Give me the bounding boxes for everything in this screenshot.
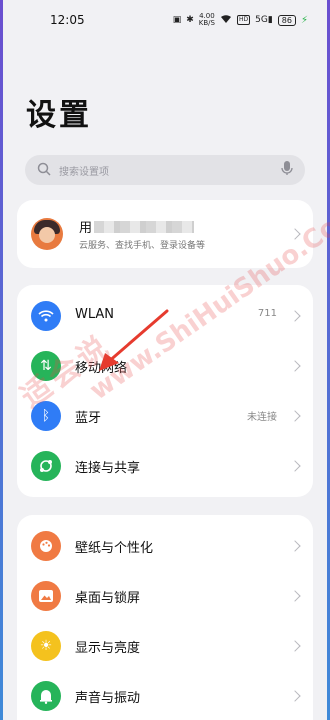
settings-item-display-brightness[interactable]: ☀ 显示与亮度 (17, 621, 313, 671)
avatar (31, 218, 63, 250)
battery-indicator: 86 (277, 14, 296, 26)
status-icons: ▣ ✱ 4.00 KB/S HD 5G▮ 86 ⚡ (173, 13, 308, 27)
settings-item-label: 显示与亮度 (75, 641, 141, 656)
status-time: 12:05 (50, 13, 85, 27)
settings-item-label: 桌面与锁屏 (75, 591, 141, 606)
mobile-data-icon: ⇅ (31, 351, 61, 381)
settings-item-desktop-lockscreen[interactable]: 桌面与锁屏 (17, 571, 313, 621)
account-name-row: 用 (79, 217, 195, 236)
display-settings-card: 壁纸与个性化 桌面与锁屏 ☀ 显示与亮度 声音与振动 (17, 515, 313, 720)
redacted-name (94, 220, 195, 233)
network-speed: 4.00 KB/S (198, 12, 215, 27)
charging-icon: ⚡ (300, 14, 308, 26)
sun-icon: ☀ (31, 631, 61, 661)
hd-badge: HD (236, 15, 251, 25)
search-bar[interactable]: 搜索设置项 (25, 155, 305, 185)
chevron-right-icon (289, 690, 301, 702)
account-card[interactable]: 用 云服务、查找手机、登录设备等 (17, 200, 313, 268)
settings-item-wallpaper[interactable]: 壁纸与个性化 (17, 521, 313, 571)
palette-icon (31, 531, 61, 561)
settings-item-value: 711 (257, 308, 277, 319)
chevron-right-icon (289, 590, 301, 602)
microphone-icon[interactable] (281, 160, 293, 180)
nfc-icon: ▣ (172, 15, 182, 25)
annotation-arrow (99, 309, 169, 371)
wifi-icon (31, 301, 61, 331)
search-input[interactable]: 搜索设置项 (59, 163, 281, 178)
page-title: 设置 (26, 98, 92, 133)
settings-item-connection-sharing[interactable]: 连接与共享 (17, 441, 313, 491)
chevron-right-icon (289, 360, 301, 372)
settings-item-label: 壁纸与个性化 (75, 541, 154, 556)
bell-icon (31, 681, 61, 711)
account-name: 用 (79, 221, 93, 236)
settings-item-label: 声音与振动 (75, 691, 141, 706)
frame-edge-left (0, 0, 3, 720)
settings-item-value: 未连接 (247, 412, 277, 423)
chevron-right-icon (289, 640, 301, 652)
chevron-right-icon (289, 410, 301, 422)
share-icon (31, 451, 61, 481)
settings-item-label: 蓝牙 (75, 411, 102, 426)
bluetooth-icon: ᛒ (31, 401, 61, 431)
bluetooth-status-icon: ✱ (186, 15, 194, 25)
status-bar: 12:05 ▣ ✱ 4.00 KB/S HD 5G▮ 86 ⚡ (0, 0, 330, 40)
settings-item-label: 连接与共享 (75, 461, 141, 476)
wifi-status-icon (220, 14, 232, 27)
chevron-right-icon (289, 540, 301, 552)
chevron-right-icon (289, 228, 301, 240)
chevron-right-icon (289, 460, 301, 472)
search-icon (37, 161, 51, 180)
account-subtitle: 云服务、查找手机、登录设备等 (79, 241, 206, 251)
chevron-right-icon (289, 310, 301, 322)
settings-item-bluetooth[interactable]: ᛒ 蓝牙 未连接 (17, 391, 313, 441)
image-icon (31, 581, 61, 611)
settings-item-sound-vibration[interactable]: 声音与振动 (17, 671, 313, 720)
cellular-signal-icon: 5G▮ (255, 15, 273, 25)
